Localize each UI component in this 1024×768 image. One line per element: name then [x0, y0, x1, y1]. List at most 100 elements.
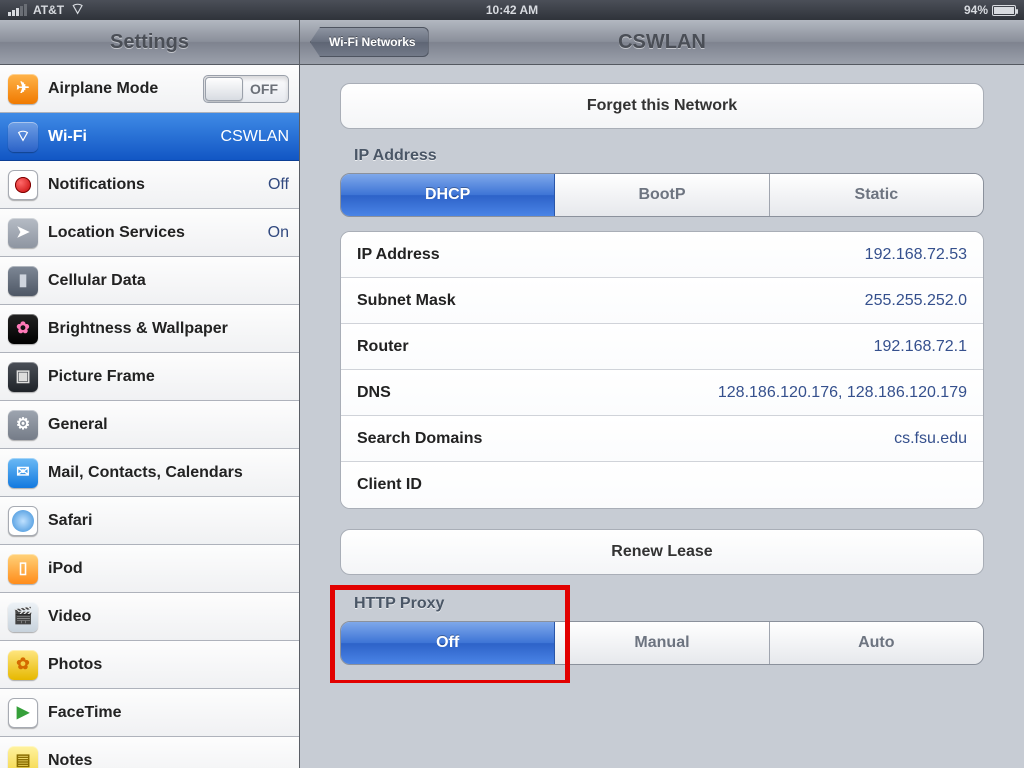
renew-lease-button[interactable]: Renew Lease [340, 529, 984, 575]
back-button[interactable]: Wi-Fi Networks [310, 27, 429, 57]
status-right: 94% [964, 3, 1016, 17]
ip-details-table: IP Address 192.168.72.53 Subnet Mask 255… [340, 231, 984, 509]
row-key: Client ID [357, 476, 422, 494]
toggle-off-label: OFF [250, 81, 288, 97]
location-icon: ➤ [8, 218, 38, 248]
sidebar-item-label: Cellular Data [48, 272, 146, 290]
sidebar-item-notifications[interactable]: Notifications Off [0, 161, 299, 209]
ipod-icon: ▯ [8, 554, 38, 584]
safari-icon [8, 506, 38, 536]
sidebar-item-photos[interactable]: ✿ Photos [0, 641, 299, 689]
carrier-label: AT&T [33, 3, 64, 17]
sidebar-item-label: iPod [48, 560, 83, 578]
row-client-id[interactable]: Client ID [341, 462, 983, 508]
settings-sidebar: Settings ✈ Airplane Mode OFF ⌔ Wi-Fi CSW… [0, 20, 300, 768]
row-value: 192.168.72.53 [865, 246, 967, 264]
row-key: Search Domains [357, 430, 482, 448]
proxy-tab-manual[interactable]: Manual [555, 622, 769, 664]
row-subnet-mask[interactable]: Subnet Mask 255.255.252.0 [341, 278, 983, 324]
row-key: IP Address [357, 246, 440, 264]
forget-network-label: Forget this Network [587, 97, 737, 115]
sidebar-item-label: Airplane Mode [48, 80, 158, 98]
brightness-icon: ✿ [8, 314, 38, 344]
sidebar-title: Settings [0, 20, 299, 65]
cellular-icon: ▮ [8, 266, 38, 296]
row-ip-address[interactable]: IP Address 192.168.72.53 [341, 232, 983, 278]
row-key: DNS [357, 384, 391, 402]
sidebar-item-ipod[interactable]: ▯ iPod [0, 545, 299, 593]
mail-icon: ✉ [8, 458, 38, 488]
row-router[interactable]: Router 192.168.72.1 [341, 324, 983, 370]
status-left: AT&T ⌔ [8, 2, 85, 18]
battery-icon [992, 5, 1016, 16]
facetime-icon: ▶ [8, 698, 38, 728]
row-dns[interactable]: DNS 128.186.120.176, 128.186.120.179 [341, 370, 983, 416]
sidebar-item-label: Picture Frame [48, 368, 155, 386]
renew-lease-label: Renew Lease [611, 543, 712, 561]
row-key: Subnet Mask [357, 292, 456, 310]
sidebar-item-value: CSWLAN [221, 128, 289, 146]
sidebar-item-label: Notes [48, 752, 92, 768]
forget-network-button[interactable]: Forget this Network [340, 83, 984, 129]
picture-frame-icon: ▣ [8, 362, 38, 392]
sidebar-item-label: Photos [48, 656, 102, 674]
notes-icon: ▤ [8, 746, 38, 768]
sidebar-item-video[interactable]: 🎬 Video [0, 593, 299, 641]
detail-title: CSWLAN [618, 31, 706, 54]
detail-header: Wi-Fi Networks CSWLAN [300, 20, 1024, 65]
sidebar-item-label: Mail, Contacts, Calendars [48, 464, 243, 482]
ip-tab-static[interactable]: Static [770, 174, 983, 216]
row-value: 192.168.72.1 [874, 338, 967, 356]
sidebar-item-facetime[interactable]: ▶ FaceTime [0, 689, 299, 737]
sidebar-item-wifi[interactable]: ⌔ Wi-Fi CSWLAN [0, 113, 299, 161]
ip-tab-bootp[interactable]: BootP [555, 174, 769, 216]
row-value: 128.186.120.176, 128.186.120.179 [718, 384, 967, 402]
gear-icon: ⚙ [8, 410, 38, 440]
ip-mode-segmented: DHCP BootP Static [340, 173, 984, 217]
row-value: cs.fsu.edu [894, 430, 967, 448]
clock: 10:42 AM [486, 3, 538, 17]
notifications-icon [8, 170, 38, 200]
proxy-mode-segmented: Off Manual Auto [340, 621, 984, 665]
proxy-tab-off[interactable]: Off [341, 622, 555, 664]
sidebar-item-label: Wi-Fi [48, 128, 87, 146]
proxy-tab-auto[interactable]: Auto [770, 622, 983, 664]
http-proxy-label: HTTP Proxy [354, 595, 984, 613]
wifi-settings-icon: ⌔ [8, 122, 38, 152]
sidebar-item-brightness-wallpaper[interactable]: ✿ Brightness & Wallpaper [0, 305, 299, 353]
back-button-label: Wi-Fi Networks [329, 35, 416, 49]
sidebar-item-label: General [48, 416, 108, 434]
detail-body[interactable]: Forget this Network IP Address DHCP Boot… [300, 65, 1024, 683]
sidebar-list[interactable]: ✈ Airplane Mode OFF ⌔ Wi-Fi CSWLAN Notif… [0, 65, 299, 768]
sidebar-item-value: Off [268, 176, 289, 194]
sidebar-item-label: FaceTime [48, 704, 122, 722]
http-proxy-section: HTTP Proxy Off Manual Auto [340, 595, 984, 665]
row-value: 255.255.252.0 [865, 292, 967, 310]
sidebar-item-safari[interactable]: Safari [0, 497, 299, 545]
sidebar-item-general[interactable]: ⚙ General [0, 401, 299, 449]
wifi-icon: ⌔ [70, 2, 85, 18]
ip-tab-dhcp[interactable]: DHCP [341, 174, 555, 216]
sidebar-item-value: On [268, 224, 289, 242]
airplane-icon: ✈ [8, 74, 38, 104]
battery-percent: 94% [964, 3, 988, 17]
cellular-signal-icon [8, 4, 27, 16]
sidebar-item-mail-contacts-calendars[interactable]: ✉ Mail, Contacts, Calendars [0, 449, 299, 497]
sidebar-item-label: Brightness & Wallpaper [48, 320, 228, 338]
sidebar-item-label: Safari [48, 512, 92, 530]
sidebar-item-location-services[interactable]: ➤ Location Services On [0, 209, 299, 257]
sidebar-item-label: Location Services [48, 224, 185, 242]
sidebar-item-label: Notifications [48, 176, 145, 194]
sidebar-item-airplane-mode[interactable]: ✈ Airplane Mode OFF [0, 65, 299, 113]
status-bar: AT&T ⌔ 10:42 AM 94% [0, 0, 1024, 20]
ip-address-section-label: IP Address [354, 147, 984, 165]
sidebar-item-cellular-data[interactable]: ▮ Cellular Data [0, 257, 299, 305]
row-search-domains[interactable]: Search Domains cs.fsu.edu [341, 416, 983, 462]
airplane-mode-toggle[interactable]: OFF [203, 75, 289, 103]
row-key: Router [357, 338, 409, 356]
sidebar-item-notes[interactable]: ▤ Notes [0, 737, 299, 768]
video-icon: 🎬 [8, 602, 38, 632]
detail-pane: Wi-Fi Networks CSWLAN Forget this Networ… [300, 20, 1024, 768]
sidebar-item-picture-frame[interactable]: ▣ Picture Frame [0, 353, 299, 401]
sidebar-item-label: Video [48, 608, 91, 626]
